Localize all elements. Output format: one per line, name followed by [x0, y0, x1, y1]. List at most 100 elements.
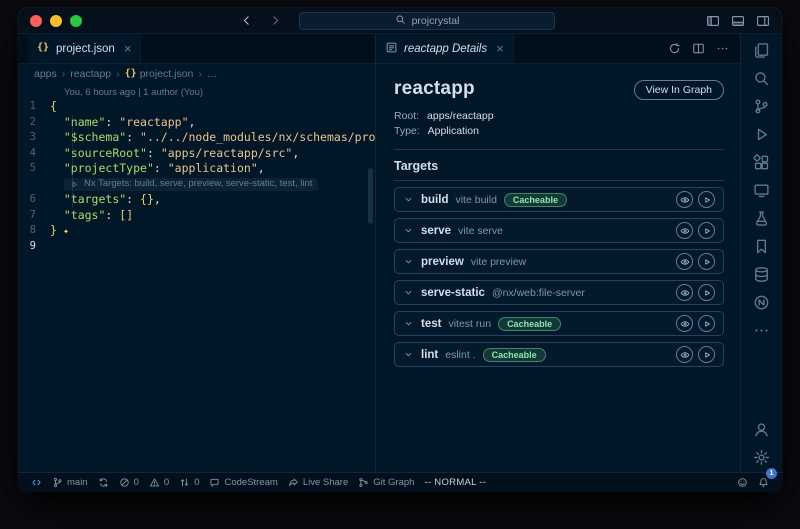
status-compare[interactable]: 0 — [174, 473, 204, 492]
back-button[interactable] — [240, 14, 253, 27]
code-line: 7 "tags": [] — [18, 208, 375, 224]
status-codestream[interactable]: CodeStream — [204, 473, 282, 492]
remote-explorer-icon[interactable] — [753, 182, 770, 199]
view-target-button[interactable] — [676, 222, 693, 239]
status-bell[interactable]: 1 — [753, 473, 774, 492]
git-codelens[interactable]: You, 6 hours ago | 1 author (You) — [18, 86, 375, 99]
layout-right-icon[interactable] — [756, 14, 770, 28]
search-icon — [395, 14, 406, 25]
code-text: "$schema": "../../node_modules/nx/schema… — [50, 130, 375, 146]
code-line: 1{ — [18, 99, 375, 115]
status--normal-[interactable]: -- NORMAL -- — [419, 473, 491, 492]
code-text: "targets": {}, — [50, 192, 375, 208]
breadcrumb-item[interactable]: {}project.json — [125, 68, 194, 80]
target-row-preview[interactable]: previewvite preview — [394, 249, 724, 274]
source-control-icon[interactable] — [753, 98, 770, 115]
more-button[interactable] — [716, 42, 729, 55]
status-warning[interactable]: 0 — [144, 473, 174, 492]
database-icon[interactable] — [753, 266, 770, 283]
breadcrumb-label: project.json — [140, 68, 194, 80]
nav-history — [240, 14, 282, 27]
forward-button[interactable] — [269, 14, 282, 27]
window-zoom-button[interactable] — [70, 15, 82, 27]
layout-panel-icon[interactable] — [731, 14, 745, 28]
type-value: Application — [428, 125, 479, 137]
codestream-icon — [209, 477, 220, 488]
status-error[interactable]: 0 — [114, 473, 144, 492]
target-row-build[interactable]: buildvite buildCacheable — [394, 187, 724, 212]
code-text: "tags": [] — [50, 208, 375, 224]
settings-gear-icon[interactable] — [753, 449, 770, 466]
ai-sparkle-icon[interactable]: ✦ — [63, 226, 69, 237]
files-icon[interactable] — [753, 42, 770, 59]
target-name: serve — [421, 225, 451, 237]
chevron-down-icon — [403, 194, 414, 205]
breadcrumb-item[interactable]: reactapp — [70, 68, 111, 80]
close-icon[interactable]: × — [124, 42, 132, 55]
account-icon[interactable] — [753, 421, 770, 438]
status-live-share[interactable]: Live Share — [283, 473, 353, 492]
target-actions — [676, 222, 715, 239]
close-icon[interactable]: × — [496, 42, 504, 55]
status-label: 0 — [194, 477, 199, 488]
split-editor-button[interactable] — [692, 42, 705, 55]
warning-icon — [149, 477, 160, 488]
eye-icon — [680, 319, 690, 329]
details-view-icon — [385, 41, 398, 54]
code-line: 8}✦ — [18, 223, 375, 239]
layout-left-icon[interactable] — [706, 14, 720, 28]
breadcrumb-label: reactapp — [70, 68, 111, 80]
tab-reactapp-details[interactable]: reactapp Details × — [376, 34, 514, 63]
target-command: vite serve — [458, 225, 503, 237]
code-editor[interactable]: You, 6 hours ago | 1 author (You) 1{2 "n… — [18, 84, 375, 472]
view-target-button[interactable] — [676, 284, 693, 301]
run-target-button[interactable] — [698, 346, 715, 363]
target-row-test[interactable]: testvitest runCacheable — [394, 311, 724, 336]
status-sync[interactable] — [93, 473, 114, 492]
view-target-button[interactable] — [676, 346, 693, 363]
breadcrumb-item[interactable]: … — [207, 68, 218, 80]
target-row-serve-static[interactable]: serve-static@nx/web:file-server — [394, 280, 724, 305]
line-number: 1 — [18, 99, 50, 115]
run-debug-icon[interactable] — [753, 126, 770, 143]
window-minimize-button[interactable] — [50, 15, 62, 27]
search-icon[interactable] — [753, 70, 770, 87]
view-target-button[interactable] — [676, 315, 693, 332]
bookmark-icon[interactable] — [753, 238, 770, 255]
chevron-down-icon — [403, 349, 414, 360]
extensions-icon[interactable] — [753, 154, 770, 171]
title-bar: projcrystal — [18, 8, 782, 34]
editor-scrollbar[interactable] — [368, 168, 373, 224]
play-icon — [702, 350, 712, 360]
target-row-lint[interactable]: linteslint .Cacheable — [394, 342, 724, 367]
status-smiley[interactable] — [732, 473, 753, 492]
status-bar: main000CodeStreamLive ShareGit Graph-- N… — [18, 472, 782, 492]
nx-console-icon[interactable] — [753, 294, 770, 311]
view-in-graph-button[interactable]: View In Graph — [634, 80, 724, 100]
run-target-button[interactable] — [698, 222, 715, 239]
command-center-search[interactable]: projcrystal — [299, 12, 555, 30]
target-row-serve[interactable]: serve vite serve — [394, 218, 724, 243]
status-git-graph[interactable]: Git Graph — [353, 473, 419, 492]
cacheable-badge: Cacheable — [504, 193, 567, 207]
status-remote[interactable] — [26, 473, 47, 492]
refresh-button[interactable] — [668, 42, 681, 55]
activity-bar — [740, 34, 782, 472]
view-target-button[interactable] — [676, 191, 693, 208]
run-target-button[interactable] — [698, 253, 715, 270]
breadcrumb-item[interactable]: apps — [34, 68, 57, 80]
window-close-button[interactable] — [30, 15, 42, 27]
status-git-branch[interactable]: main — [47, 473, 93, 492]
more-icon[interactable] — [753, 322, 770, 339]
editor-group-right: reactapp Details × reactapp View In Grap… — [376, 34, 740, 472]
tab-bar-left: {} project.json × — [18, 34, 375, 64]
play-icon — [702, 319, 712, 329]
test-flask-icon[interactable] — [753, 210, 770, 227]
run-target-button[interactable] — [698, 315, 715, 332]
view-target-button[interactable] — [676, 253, 693, 270]
nx-targets-codelens[interactable]: Nx Targets: build, serve, preview, serve… — [64, 178, 318, 191]
run-target-button[interactable] — [698, 284, 715, 301]
target-command: vitest run — [448, 318, 491, 330]
tab-project-json[interactable]: {} project.json × — [28, 34, 141, 63]
run-target-button[interactable] — [698, 191, 715, 208]
